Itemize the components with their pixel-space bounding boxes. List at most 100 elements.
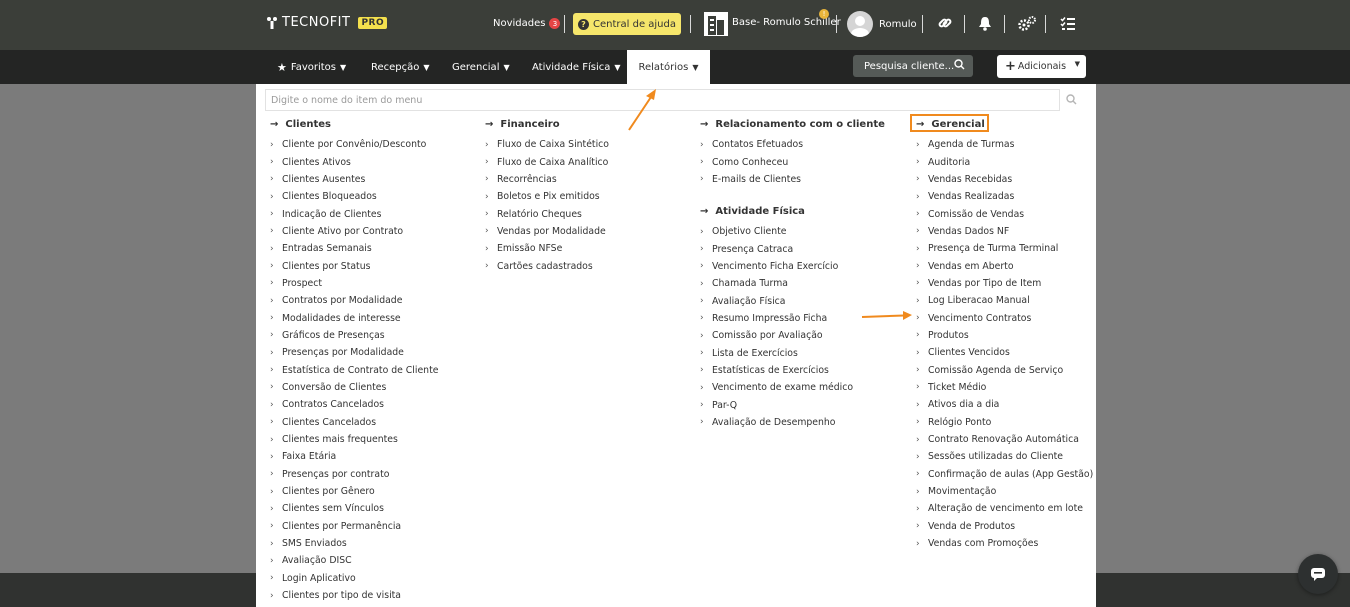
- menu-item[interactable]: › Lista de Exercícios: [700, 344, 853, 361]
- menu-item-label: Emissão NFSe: [497, 243, 563, 255]
- menu-item[interactable]: › Ativos dia a dia: [916, 396, 1093, 413]
- menu-item[interactable]: › Indicação de Clientes: [270, 205, 438, 222]
- menu-item[interactable]: › Contatos Efetuados: [700, 136, 885, 153]
- menu-item[interactable]: › Comissão Agenda de Serviço: [916, 361, 1093, 378]
- menu-item[interactable]: › SMS Enviados: [270, 535, 438, 552]
- menu-item[interactable]: › Estatística de Contrato de Cliente: [270, 361, 438, 378]
- menu-item[interactable]: › Vendas Realizadas: [916, 188, 1093, 205]
- menu-item[interactable]: › Fluxo de Caixa Analítico: [485, 153, 609, 170]
- base-alert-badge: !: [819, 9, 829, 19]
- menu-item[interactable]: › Produtos: [916, 327, 1093, 344]
- menu-item[interactable]: › Emissão NFSe: [485, 240, 609, 257]
- client-search-input[interactable]: Pesquisa cliente...: [864, 61, 954, 72]
- menu-item[interactable]: › Como Conheceu: [700, 153, 885, 170]
- menu-item[interactable]: › Clientes Bloqueados: [270, 188, 438, 205]
- menu-item[interactable]: › Fluxo de Caixa Sintético: [485, 136, 609, 153]
- menu-item[interactable]: › Clientes Ativos: [270, 153, 438, 170]
- link-icon[interactable]: [937, 15, 953, 35]
- menu-item[interactable]: › Cartões cadastrados: [485, 257, 609, 274]
- menu-item[interactable]: › Confirmação de aulas (App Gestão): [916, 466, 1093, 483]
- menu-item[interactable]: › Comissão de Vendas: [916, 205, 1093, 222]
- adicionais-button[interactable]: + Adicionais ▼: [997, 55, 1086, 78]
- chevron-right-icon: ›: [270, 469, 274, 480]
- menu-item[interactable]: › Objetivo Cliente: [700, 223, 853, 240]
- nav-favoritos[interactable]: ★ Favoritos ▼: [277, 50, 346, 84]
- menu-item[interactable]: › Clientes por Gênero: [270, 483, 438, 500]
- menu-item[interactable]: › Contratos por Modalidade: [270, 292, 438, 309]
- menu-item[interactable]: › Par-Q: [700, 396, 853, 413]
- menu-item[interactable]: › Cliente Ativo por Contrato: [270, 223, 438, 240]
- menu-item[interactable]: › Entradas Semanais: [270, 240, 438, 257]
- atividade-heading-label: Atividade Física: [715, 205, 805, 217]
- gears-icon[interactable]: [1018, 16, 1036, 36]
- menu-item-label: Entradas Semanais: [282, 243, 372, 255]
- help-center-button[interactable]: ? Central de ajuda: [573, 13, 681, 35]
- menu-item[interactable]: › Vendas por Tipo de Item: [916, 275, 1093, 292]
- menu-item[interactable]: › Clientes por Status: [270, 257, 438, 274]
- menu-item[interactable]: › Clientes Ausentes: [270, 171, 438, 188]
- menu-item[interactable]: › Vencimento Ficha Exercício: [700, 258, 853, 275]
- menu-item[interactable]: › Presenças por Modalidade: [270, 344, 438, 361]
- tasks-list-icon[interactable]: [1060, 16, 1076, 35]
- menu-item[interactable]: › Ticket Médio: [916, 379, 1093, 396]
- menu-item[interactable]: › Cliente por Convênio/Desconto: [270, 136, 438, 153]
- chevron-right-icon: ›: [700, 226, 704, 237]
- menu-item[interactable]: › Alteração de vencimento em lote: [916, 500, 1093, 517]
- menu-item[interactable]: › Faixa Etária: [270, 448, 438, 465]
- menu-item[interactable]: › Conversão de Clientes: [270, 379, 438, 396]
- menu-item[interactable]: › Presença Catraca: [700, 240, 853, 257]
- nav-atividade-fisica[interactable]: Atividade Física ▼: [532, 50, 621, 84]
- menu-item[interactable]: › Vendas Dados NF: [916, 223, 1093, 240]
- menu-item[interactable]: › Vendas em Aberto: [916, 257, 1093, 274]
- menu-item[interactable]: › Relógio Ponto: [916, 414, 1093, 431]
- menu-item[interactable]: › Clientes Cancelados: [270, 414, 438, 431]
- brand-logo[interactable]: TECNOFIT PRO: [266, 15, 388, 30]
- menu-item[interactable]: › Clientes sem Vínculos: [270, 500, 438, 517]
- menu-item[interactable]: › Contratos Cancelados: [270, 396, 438, 413]
- menu-item[interactable]: › Clientes mais frequentes: [270, 431, 438, 448]
- menu-item[interactable]: › Log Liberacao Manual: [916, 292, 1093, 309]
- menu-item[interactable]: › Vendas com Promoções: [916, 535, 1093, 552]
- menu-item[interactable]: › Movimentação: [916, 483, 1093, 500]
- menu-item[interactable]: › Comissão por Avaliação: [700, 327, 853, 344]
- novidades-link[interactable]: Novidades 3: [493, 18, 561, 29]
- chat-widget-button[interactable]: [1298, 554, 1338, 594]
- menu-item[interactable]: › Agenda de Turmas: [916, 136, 1093, 153]
- menu-item[interactable]: › Avaliação DISC: [270, 552, 438, 569]
- nav-gerencial[interactable]: Gerencial ▼: [452, 50, 510, 84]
- arrow-right-icon: →: [700, 205, 709, 217]
- menu-item[interactable]: › Sessões utilizadas do Cliente: [916, 448, 1093, 465]
- menu-item[interactable]: › Boletos e Pix emitidos: [485, 188, 609, 205]
- user-menu[interactable]: Romulo: [847, 11, 917, 37]
- nav-relatorios[interactable]: Relatórios ▼: [627, 50, 710, 84]
- menu-item[interactable]: › Presença de Turma Terminal: [916, 240, 1093, 257]
- menu-item-label: Gráficos de Presenças: [282, 329, 385, 341]
- nav-recepcao[interactable]: Recepção ▼: [371, 50, 430, 84]
- menu-item-label: Agenda de Turmas: [928, 139, 1015, 151]
- menu-item[interactable]: › Venda de Produtos: [916, 518, 1093, 535]
- menu-item[interactable]: › Contrato Renovação Automática: [916, 431, 1093, 448]
- menu-item[interactable]: › Vencimento Contratos: [916, 309, 1093, 326]
- menu-item[interactable]: › Auditoria: [916, 153, 1093, 170]
- menu-item[interactable]: › Prospect: [270, 275, 438, 292]
- menu-item[interactable]: › Gráficos de Presenças: [270, 327, 438, 344]
- menu-item[interactable]: › Avaliação de Desempenho: [700, 414, 853, 431]
- menu-item[interactable]: › Modalidades de interesse: [270, 309, 438, 326]
- bell-icon[interactable]: [978, 16, 992, 35]
- menu-item[interactable]: › Chamada Turma: [700, 275, 853, 292]
- menu-item[interactable]: › Relatório Cheques: [485, 205, 609, 222]
- menu-item[interactable]: › Clientes Vencidos: [916, 344, 1093, 361]
- menu-item[interactable]: › Avaliação Física: [700, 292, 853, 309]
- menu-item[interactable]: › Vencimento de exame médico: [700, 379, 853, 396]
- menu-item[interactable]: › Recorrências: [485, 171, 609, 188]
- menu-item[interactable]: › Clientes por tipo de visita: [270, 587, 438, 604]
- menu-item[interactable]: › Resumo Impressão Ficha: [700, 310, 853, 327]
- client-search[interactable]: Pesquisa cliente...: [853, 55, 973, 77]
- menu-item[interactable]: › Login Aplicativo: [270, 570, 438, 587]
- menu-item[interactable]: › Clientes por Permanência: [270, 518, 438, 535]
- menu-item[interactable]: › E-mails de Clientes: [700, 171, 885, 188]
- menu-item[interactable]: › Vendas por Modalidade: [485, 223, 609, 240]
- menu-item[interactable]: › Presenças por contrato: [270, 466, 438, 483]
- menu-item[interactable]: › Estatísticas de Exercícios: [700, 362, 853, 379]
- menu-item[interactable]: › Vendas Recebidas: [916, 171, 1093, 188]
